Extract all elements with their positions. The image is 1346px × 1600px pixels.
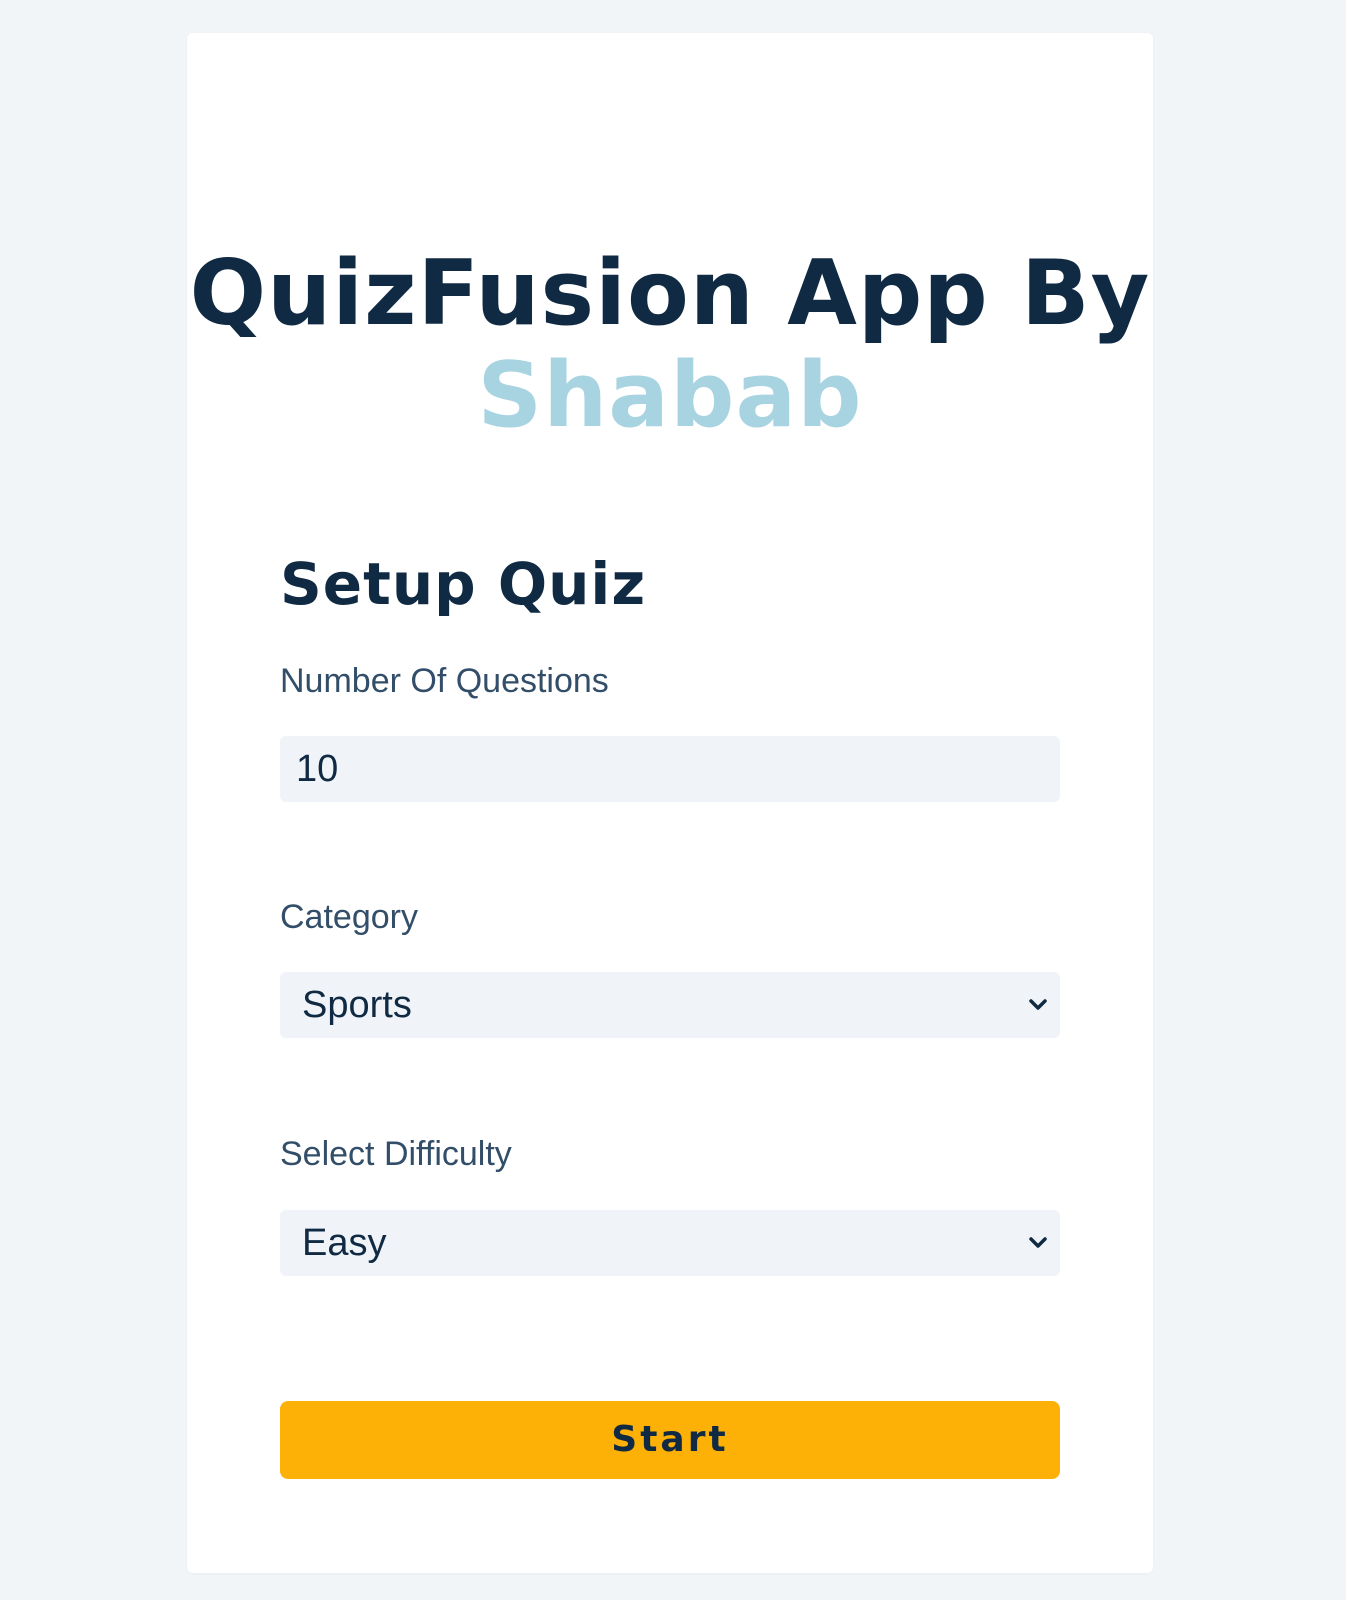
setup-heading: Setup Quiz [280,550,647,618]
category-select-value: Sports [302,984,412,1026]
category-select[interactable]: Sports [280,972,1060,1038]
chevron-down-icon [1029,1237,1047,1248]
difficulty-label: Select Difficulty [280,1135,512,1173]
questions-input[interactable]: 10 [280,736,1060,802]
start-button[interactable]: Start [280,1401,1060,1479]
questions-label: Number Of Questions [280,662,609,700]
category-label: Category [280,898,418,936]
difficulty-select[interactable]: Easy [280,1210,1060,1276]
app-title-main: QuizFusion App By [189,241,1151,347]
questions-input-value: 10 [296,748,339,790]
app-title-accent: Shabab [477,343,863,449]
difficulty-select-value: Easy [302,1222,387,1264]
chevron-down-icon [1029,999,1047,1010]
setup-card: QuizFusion App By Shabab Setup Quiz Numb… [187,33,1153,1573]
app-title: QuizFusion App By Shabab [187,243,1153,447]
